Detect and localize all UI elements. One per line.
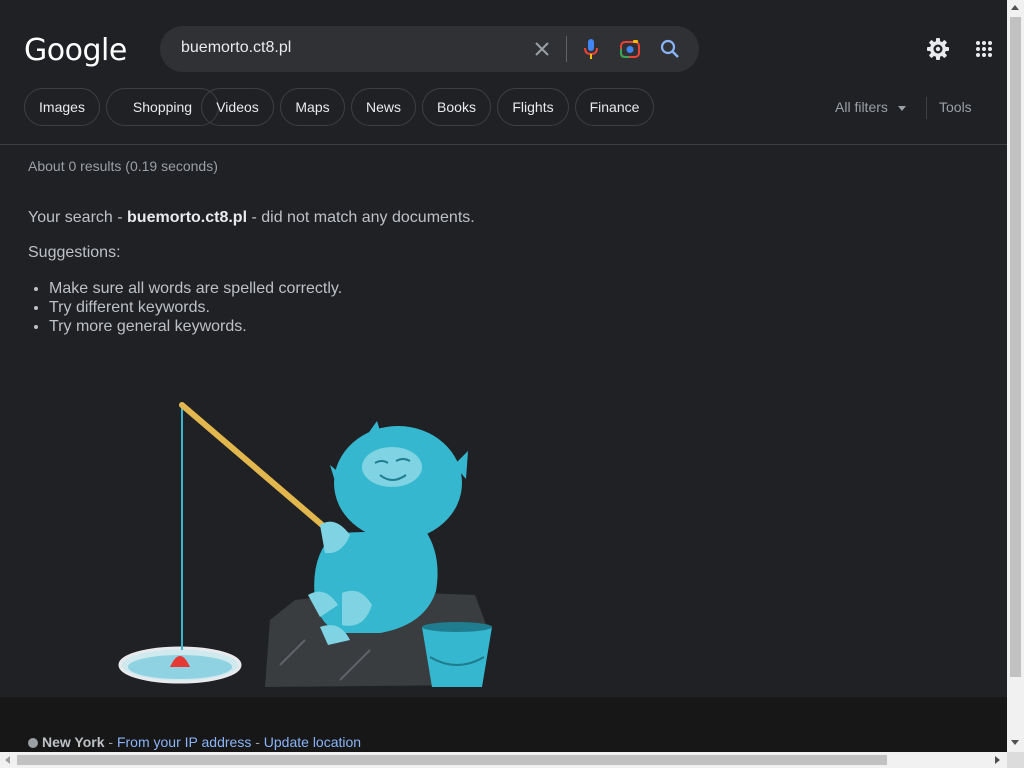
footer-separator: - (251, 734, 264, 750)
horizontal-scroll-thumb[interactable] (17, 755, 887, 765)
footer-separator: - (104, 734, 117, 750)
horizontal-scrollbar[interactable] (0, 752, 1007, 768)
vertical-scrollbar[interactable] (1007, 0, 1024, 752)
result-stats: About 0 results (0.19 seconds) (28, 158, 218, 174)
tab-flights[interactable]: Flights (497, 88, 569, 126)
apps-grid-icon[interactable] (972, 37, 996, 61)
scrollbar-corner (1007, 752, 1024, 768)
scroll-right-icon[interactable] (995, 756, 1000, 764)
suggestion-item: Make sure all words are spelled correctl… (49, 279, 342, 298)
suggestion-item: Try different keywords. (49, 298, 342, 317)
tab-images[interactable]: Images (24, 88, 100, 126)
no-match-prefix: Your search - (28, 209, 128, 226)
no-match-message: Your search - buemorto.ct8.pl - did not … (28, 209, 475, 227)
header-divider (0, 144, 1007, 145)
scroll-down-icon[interactable] (1011, 740, 1019, 745)
tab-news[interactable]: News (351, 88, 416, 126)
location-dot-icon (28, 738, 38, 748)
search-input[interactable]: buemorto.ct8.pl (181, 39, 291, 57)
ip-address-link[interactable]: From your IP address (117, 734, 251, 750)
footer: New York - From your IP address - Update… (0, 697, 1007, 753)
search-box[interactable]: buemorto.ct8.pl (160, 26, 699, 72)
update-location-link[interactable]: Update location (264, 734, 361, 750)
no-match-query: buemorto.ct8.pl (127, 209, 248, 226)
google-logo[interactable]: Google (24, 33, 127, 68)
no-match-suffix: - did not match any documents. (247, 209, 475, 226)
tab-videos[interactable]: Videos (201, 88, 274, 126)
location-line: New York - From your IP address - Update… (28, 734, 361, 750)
chevron-down-icon (897, 105, 906, 111)
tab-finance[interactable]: Finance (575, 88, 654, 126)
tab-maps[interactable]: Maps (280, 88, 345, 126)
all-filters-button[interactable]: All filters (835, 99, 906, 115)
scroll-left-icon[interactable] (5, 756, 10, 764)
search-divider (566, 36, 567, 62)
fishing-creature-illustration (118, 402, 492, 687)
search-icon[interactable] (658, 37, 682, 61)
close-icon[interactable] (530, 37, 554, 61)
location-name: New York (42, 734, 105, 750)
camera-icon[interactable] (618, 37, 642, 61)
suggestions-label: Suggestions: (28, 244, 121, 261)
vertical-scroll-thumb[interactable] (1010, 17, 1021, 677)
tools-button[interactable]: Tools (939, 99, 972, 115)
scroll-up-icon[interactable] (1011, 5, 1019, 10)
suggestions-list: Make sure all words are spelled correctl… (28, 279, 342, 336)
all-filters-label: All filters (835, 99, 888, 115)
tab-books[interactable]: Books (422, 88, 491, 126)
mic-icon[interactable] (579, 37, 603, 61)
suggestion-item: Try more general keywords. (49, 317, 342, 336)
gear-icon[interactable] (926, 37, 950, 61)
filters-divider (926, 97, 927, 119)
